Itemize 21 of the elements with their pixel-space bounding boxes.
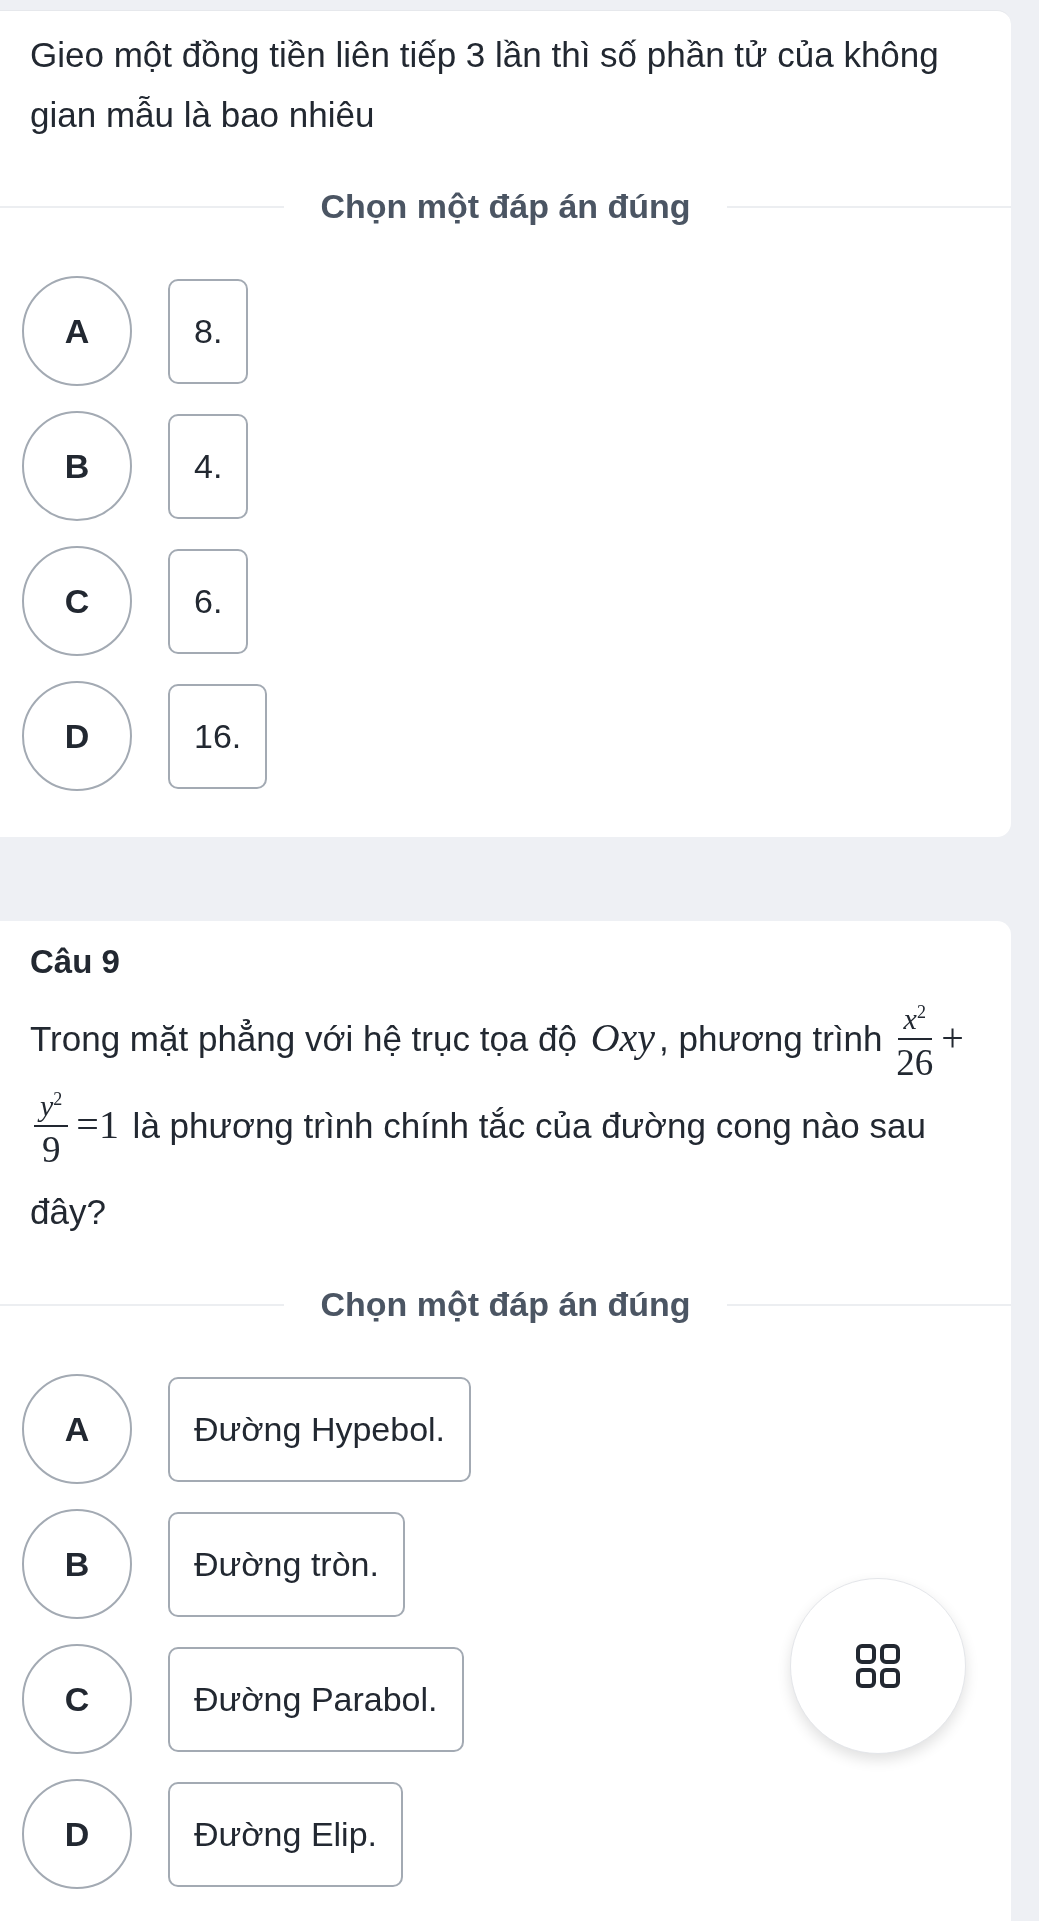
- answer-option-button[interactable]: Đường tròn.: [168, 1511, 405, 1617]
- answer-option-button[interactable]: Đường Elip.: [168, 1781, 403, 1887]
- option-letter-button[interactable]: B: [22, 411, 132, 521]
- answer-option-button[interactable]: 6.: [168, 548, 249, 654]
- grid-icon: [856, 1644, 900, 1688]
- answer-option-button[interactable]: Đường Parabol.: [168, 1646, 464, 1752]
- option-letter-button[interactable]: A: [22, 276, 132, 386]
- option-letter-button[interactable]: D: [22, 681, 132, 791]
- answer-option-button[interactable]: 16.: [168, 683, 268, 789]
- option-letter-button[interactable]: C: [22, 1644, 132, 1754]
- option-letter-button[interactable]: D: [22, 1779, 132, 1889]
- question-text: Gieo một đồng tiền liên tiếp 3 lần thì số phần tử của không gian mẫu là bao nhiêu: [29, 34, 940, 136]
- answer-option-button[interactable]: 4.: [168, 413, 249, 519]
- option-letter-button[interactable]: A: [22, 1374, 132, 1484]
- option-letter-button[interactable]: C: [22, 546, 132, 656]
- option-letter-button[interactable]: B: [22, 1509, 132, 1619]
- instruction-label: Chọn một đáp án đúng: [319, 1285, 692, 1324]
- question-number: Câu 9: [29, 943, 121, 981]
- answer-option-button[interactable]: Đường Hypebol.: [168, 1376, 472, 1482]
- answer-option-button[interactable]: 8.: [168, 278, 249, 384]
- instruction-label: Chọn một đáp án đúng: [319, 187, 692, 226]
